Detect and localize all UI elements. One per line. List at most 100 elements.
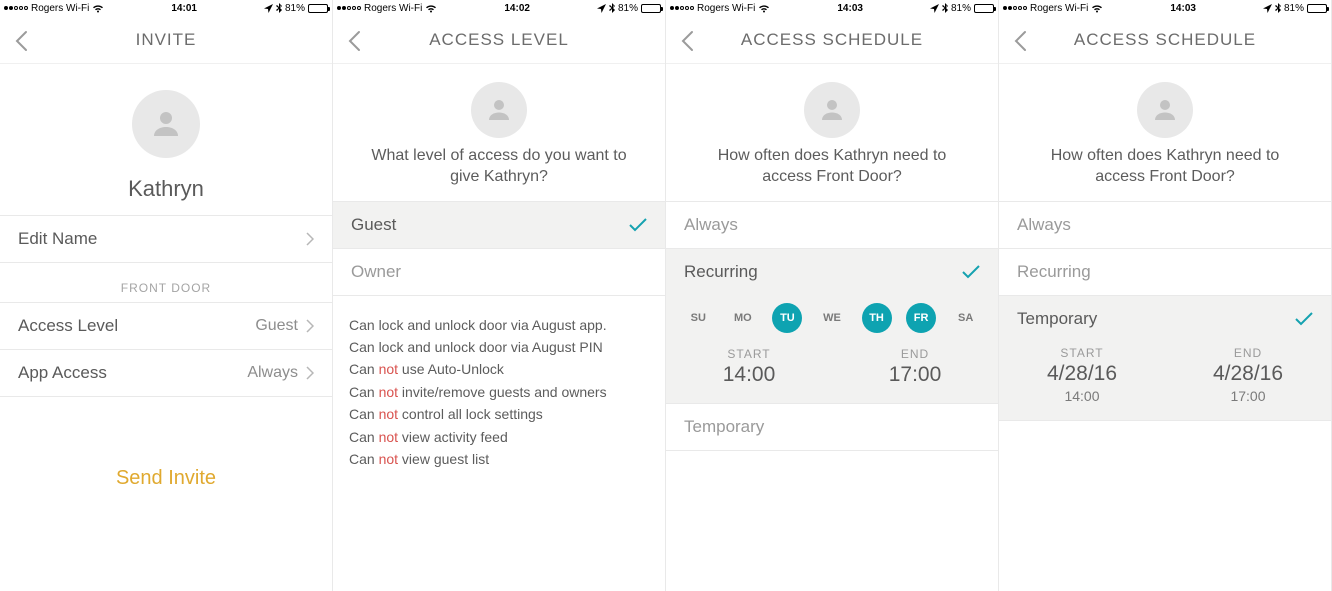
signal-dots-icon	[670, 6, 694, 10]
perm-line: Can not control all lock settings	[349, 403, 649, 425]
option-always-label: Always	[1017, 215, 1071, 235]
screen-invite: Rogers Wi-Fi 14:01 81% INVITE Kathryn Ed…	[0, 0, 333, 591]
battery-icon	[641, 4, 661, 13]
app-access-row[interactable]: App Access Always	[0, 349, 332, 397]
option-owner-label: Owner	[351, 262, 401, 282]
status-bar: Rogers Wi-Fi 14:02 81%	[333, 0, 665, 16]
avatar[interactable]	[471, 82, 527, 138]
carrier-label: Rogers Wi-Fi	[364, 3, 422, 14]
carrier-label: Rogers Wi-Fi	[1030, 3, 1088, 14]
location-icon	[264, 4, 273, 13]
option-temporary-label: Temporary	[1017, 309, 1097, 329]
avatar[interactable]	[1137, 82, 1193, 138]
start-datetime-button[interactable]: START 4/28/16 14:00	[999, 346, 1165, 404]
option-always[interactable]: Always	[666, 201, 998, 249]
perm-line: Can lock and unlock door via August app.	[349, 314, 649, 336]
start-label: START	[666, 347, 832, 361]
screen-schedule-temporary: Rogers Wi-Fi 14:03 81% ACCESS SCHEDULE H…	[999, 0, 1332, 591]
location-icon	[597, 4, 606, 13]
battery-icon	[308, 4, 328, 13]
app-access-label: App Access	[18, 363, 107, 383]
carrier-label: Rogers Wi-Fi	[31, 3, 89, 14]
day-su[interactable]: SU	[683, 303, 713, 333]
signal-dots-icon	[1003, 6, 1027, 10]
user-name: Kathryn	[0, 176, 332, 202]
end-datetime-button[interactable]: END 4/28/16 17:00	[1165, 346, 1331, 404]
start-date: 4/28/16	[999, 362, 1165, 386]
days-strip: SU MO TU WE TH FR SA	[666, 295, 998, 341]
prompt-text: How often does Kathryn need to access Fr…	[999, 138, 1331, 202]
option-owner[interactable]: Owner	[333, 248, 665, 296]
status-bar: Rogers Wi-Fi 14:03 81%	[999, 0, 1331, 16]
access-level-row[interactable]: Access Level Guest	[0, 302, 332, 350]
day-fr[interactable]: FR	[906, 303, 936, 333]
perm-line: Can not view activity feed	[349, 426, 649, 448]
send-invite-button[interactable]: Send Invite	[0, 467, 332, 490]
check-icon	[1295, 312, 1313, 326]
signal-dots-icon	[337, 6, 361, 10]
day-tu[interactable]: TU	[772, 303, 802, 333]
page-title: ACCESS SCHEDULE	[1074, 30, 1256, 50]
bluetooth-icon	[276, 3, 282, 13]
nav-header: ACCESS LEVEL	[333, 16, 665, 64]
status-bar: Rogers Wi-Fi 14:01 81%	[0, 0, 332, 16]
permission-list: Can lock and unlock door via August app.…	[333, 296, 665, 471]
bluetooth-icon	[1275, 3, 1281, 13]
battery-icon	[974, 4, 994, 13]
option-temporary[interactable]: Temporary	[666, 403, 998, 451]
wifi-icon	[1091, 4, 1103, 13]
back-button[interactable]	[14, 30, 34, 50]
page-title: ACCESS SCHEDULE	[741, 30, 923, 50]
start-value: 14:00	[666, 363, 832, 387]
avatar[interactable]	[804, 82, 860, 138]
day-sa[interactable]: SA	[951, 303, 981, 333]
option-temporary[interactable]: Temporary	[999, 296, 1331, 342]
access-level-value: Guest	[255, 317, 298, 335]
wifi-icon	[758, 4, 770, 13]
avatar[interactable]	[132, 90, 200, 158]
option-temporary-label: Temporary	[684, 417, 764, 437]
option-always[interactable]: Always	[999, 201, 1331, 249]
page-title: INVITE	[136, 30, 197, 50]
end-time-button[interactable]: END 17:00	[832, 347, 998, 387]
end-time: 17:00	[1165, 388, 1331, 404]
prompt-text: What level of access do you want to give…	[333, 138, 665, 202]
nav-header: ACCESS SCHEDULE	[999, 16, 1331, 64]
day-we[interactable]: WE	[817, 303, 847, 333]
back-button[interactable]	[1013, 30, 1033, 50]
bluetooth-icon	[609, 3, 615, 13]
screen-schedule-recurring: Rogers Wi-Fi 14:03 81% ACCESS SCHEDULE H…	[666, 0, 999, 591]
option-recurring[interactable]: Recurring	[999, 248, 1331, 296]
edit-name-row[interactable]: Edit Name	[0, 215, 332, 263]
section-front-door: FRONT DOOR	[0, 263, 332, 303]
wifi-icon	[92, 4, 104, 13]
location-icon	[1263, 4, 1272, 13]
start-time: 14:00	[999, 388, 1165, 404]
battery-icon	[1307, 4, 1327, 13]
back-button[interactable]	[680, 30, 700, 50]
chevron-right-icon	[306, 366, 314, 380]
day-th[interactable]: TH	[862, 303, 892, 333]
day-mo[interactable]: MO	[728, 303, 758, 333]
perm-line: Can not invite/remove guests and owners	[349, 381, 649, 403]
start-time-button[interactable]: START 14:00	[666, 347, 832, 387]
app-access-value: Always	[247, 364, 298, 382]
option-recurring-label: Recurring	[684, 262, 758, 282]
chevron-right-icon	[306, 232, 314, 246]
access-level-label: Access Level	[18, 316, 118, 336]
start-label: START	[999, 346, 1165, 360]
wifi-icon	[425, 4, 437, 13]
check-icon	[629, 218, 647, 232]
end-value: 17:00	[832, 363, 998, 387]
nav-header: ACCESS SCHEDULE	[666, 16, 998, 64]
bluetooth-icon	[942, 3, 948, 13]
carrier-label: Rogers Wi-Fi	[697, 3, 755, 14]
option-guest[interactable]: Guest	[333, 201, 665, 249]
option-recurring[interactable]: Recurring	[666, 249, 998, 295]
clock: 14:01	[171, 3, 197, 14]
screen-access-level: Rogers Wi-Fi 14:02 81% ACCESS LEVEL What…	[333, 0, 666, 591]
option-recurring-label: Recurring	[1017, 262, 1091, 282]
temporary-panel: Temporary START 4/28/16 14:00 END 4/28/1…	[999, 295, 1331, 421]
back-button[interactable]	[347, 30, 367, 50]
option-always-label: Always	[684, 215, 738, 235]
